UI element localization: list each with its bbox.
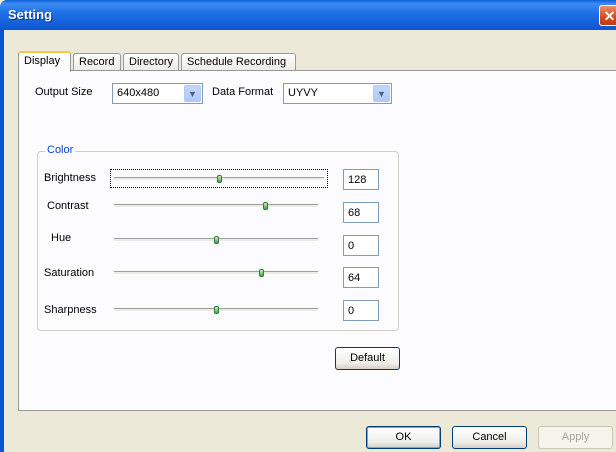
saturation-value[interactable]: 64 <box>343 267 379 288</box>
slider-track <box>114 271 318 275</box>
slider-track <box>114 204 318 208</box>
window-title: Setting <box>8 7 53 22</box>
sharpness-value[interactable]: 0 <box>343 300 379 321</box>
data-format-value: UYVY <box>288 87 318 99</box>
tab-record[interactable]: Record <box>73 53 121 70</box>
output-size-value: 640x480 <box>117 87 160 99</box>
default-button[interactable]: Default <box>335 347 400 370</box>
color-group: Color Brightness 128 Contrast 68 Hue 0 S… <box>37 144 399 331</box>
contrast-slider[interactable] <box>114 202 318 210</box>
close-button[interactable]: ✕ <box>599 5 616 26</box>
slider-thumb[interactable] <box>259 269 264 277</box>
chevron-down-icon: ▼ <box>184 85 201 102</box>
output-size-label: Output Size <box>35 86 93 98</box>
tab-directory[interactable]: Directory <box>123 53 179 70</box>
slider-thumb[interactable] <box>214 306 219 314</box>
slider-thumb[interactable] <box>263 202 268 210</box>
sharpness-slider[interactable] <box>114 306 318 314</box>
contrast-label: Contrast <box>47 200 89 212</box>
saturation-slider[interactable] <box>114 269 318 277</box>
slider-thumb[interactable] <box>217 175 222 183</box>
close-icon: ✕ <box>603 8 616 24</box>
contrast-value[interactable]: 68 <box>343 202 379 223</box>
hue-label: Hue <box>51 232 72 244</box>
brightness-label: Brightness <box>44 172 96 184</box>
dialog-body: Display Record Directory Schedule Record… <box>4 30 616 452</box>
cancel-button[interactable]: Cancel <box>452 426 527 449</box>
data-format-select[interactable]: UYVY ▼ <box>283 83 392 104</box>
title-bar: Setting ✕ <box>0 0 616 30</box>
sharpness-label: Sharpness <box>44 304 97 316</box>
hue-slider[interactable] <box>114 236 318 244</box>
tab-schedule-recording[interactable]: Schedule Recording <box>181 53 296 70</box>
output-size-select[interactable]: 640x480 ▼ <box>112 83 203 104</box>
saturation-label: Saturation <box>44 267 95 279</box>
tab-display[interactable]: Display <box>18 51 71 72</box>
display-tab-panel: Output Size 640x480 ▼ Data Format UYVY ▼… <box>18 70 616 411</box>
data-format-label: Data Format <box>212 86 274 98</box>
brightness-value[interactable]: 128 <box>343 169 379 190</box>
brightness-slider[interactable] <box>114 175 324 183</box>
hue-value[interactable]: 0 <box>343 235 379 256</box>
chevron-down-icon: ▼ <box>373 85 390 102</box>
color-group-legend: Color <box>45 144 76 156</box>
slider-thumb[interactable] <box>214 236 219 244</box>
ok-button[interactable]: OK <box>366 426 441 449</box>
apply-button[interactable]: Apply <box>538 426 613 449</box>
